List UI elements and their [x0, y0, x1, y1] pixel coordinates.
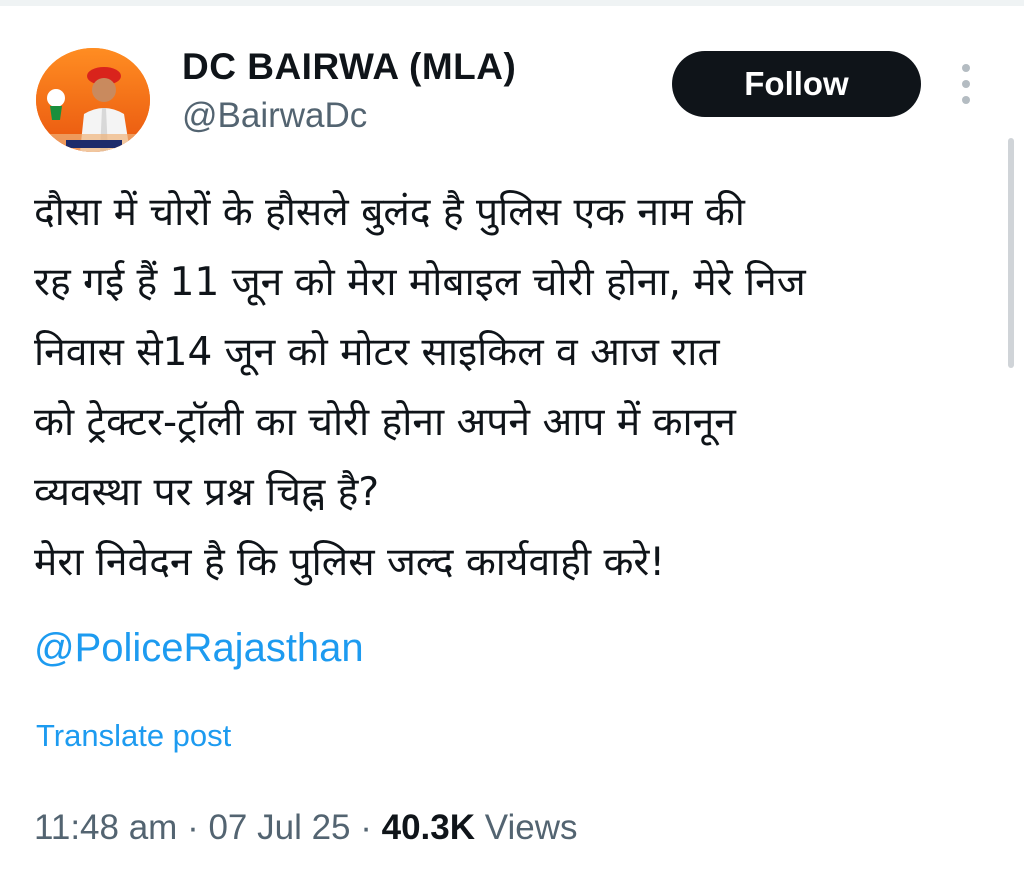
author-handle[interactable]: @BairwaDc	[182, 96, 367, 136]
scrollbar[interactable]	[1008, 138, 1014, 368]
tweet-line: व्यवस्था पर प्रश्न चिह्न है?	[34, 470, 380, 515]
tweet-date[interactable]: 07 Jul 25	[208, 808, 350, 847]
dot	[962, 80, 970, 88]
tweet-text: दौसा में चोरों के हौसले बुलंद है पुलिस ए…	[34, 178, 994, 598]
top-divider	[0, 0, 1024, 6]
translate-post-link[interactable]: Translate post	[36, 718, 231, 754]
more-vertical-icon[interactable]	[952, 64, 980, 104]
separator: ·	[350, 808, 382, 847]
mention-link[interactable]: @PoliceRajasthan	[34, 626, 364, 671]
tweet-line: को ट्रेक्टर-ट्रॉली का चोरी होना अपने आप …	[34, 400, 736, 445]
tweet-line: निवास से14 जून को मोटर साइकिल व आज रात	[34, 330, 720, 375]
author-avatar[interactable]	[36, 48, 150, 152]
separator: ·	[177, 808, 209, 847]
tweet-time[interactable]: 11:48 am	[34, 808, 177, 847]
tweet-view: DC BAIRWA (MLA) @BairwaDc Follow दौसा मे…	[0, 0, 1024, 891]
follow-button[interactable]: Follow	[672, 51, 921, 117]
dot	[962, 64, 970, 72]
author-name[interactable]: DC BAIRWA (MLA)	[182, 46, 516, 88]
views-label: Views	[475, 808, 578, 847]
tweet-meta: 11:48 am · 07 Jul 25 · 40.3K Views	[34, 808, 578, 848]
dot	[962, 96, 970, 104]
tweet-line: रह गई हैं 11 जून को मेरा मोबाइल चोरी होन…	[34, 260, 806, 305]
tweet-line: मेरा निवेदन है कि पुलिस जल्द कार्यवाही क…	[34, 540, 666, 585]
tweet-line: दौसा में चोरों के हौसले बुलंद है पुलिस ए…	[34, 190, 745, 235]
views-count[interactable]: 40.3K	[382, 808, 475, 847]
